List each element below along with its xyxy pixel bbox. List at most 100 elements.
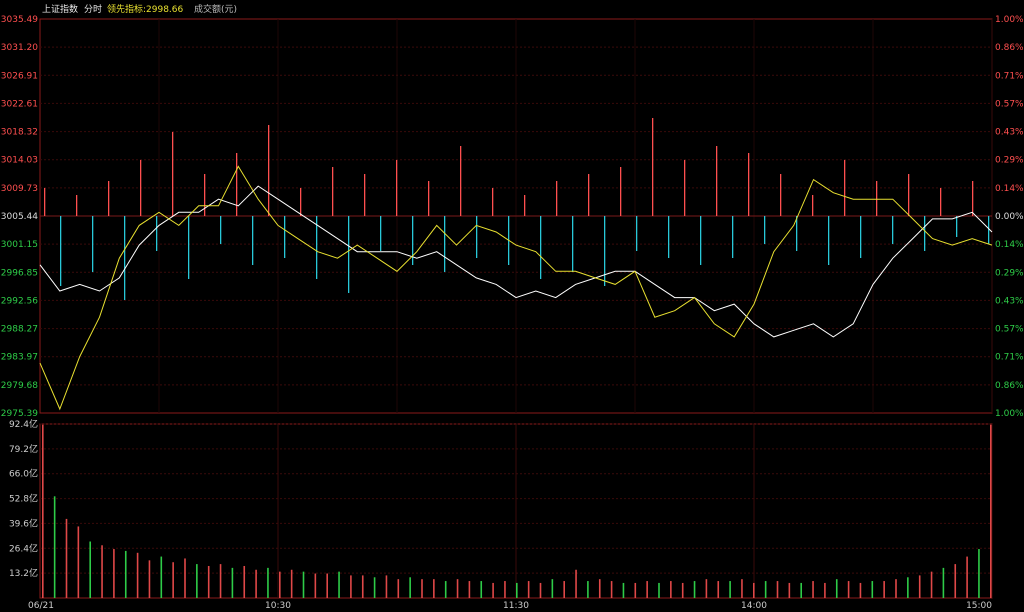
volume-bar (527, 581, 530, 598)
activity-bar (364, 174, 366, 216)
activity-bar (620, 167, 622, 216)
volume-bar (895, 579, 897, 598)
pct-tick-label: 0.29% (995, 156, 1024, 166)
volume-bar (954, 564, 957, 598)
price-tick-label: 3001.15 (1, 240, 38, 250)
pct-tick-label: 1.00% (995, 409, 1024, 419)
pct-tick-label: 0.43% (995, 296, 1024, 306)
volume-bar (480, 581, 483, 598)
volume-bar (492, 582, 494, 598)
volume-bar (634, 582, 637, 598)
price-tick-label: 3035.49 (1, 15, 38, 25)
activity-bar (812, 195, 814, 216)
volume-bar (729, 581, 731, 598)
volume-bar (539, 582, 542, 598)
volume-bar (705, 579, 708, 598)
activity-bar (540, 216, 542, 279)
price-tick-label: 2992.56 (1, 296, 38, 306)
activity-bar (972, 181, 974, 216)
volume-bar (990, 424, 992, 598)
volume-bar (373, 577, 376, 598)
volume-bar (184, 558, 186, 598)
volume-tick-label: 66.0亿 (9, 468, 38, 480)
price-tick-label: 2983.97 (1, 353, 38, 363)
volume-bar (243, 565, 246, 598)
volume-bar (397, 579, 400, 598)
volume-tick-label: 52.8亿 (9, 493, 38, 505)
activity-bar (684, 160, 686, 216)
activity-bar (908, 174, 910, 216)
volume-bar (350, 575, 352, 598)
volume-bar (753, 582, 755, 598)
price-tick-label: 3026.91 (1, 71, 38, 81)
activity-bar (636, 216, 638, 251)
activity-bar (188, 216, 190, 279)
pct-tick-label: 0.43% (995, 128, 1024, 138)
volume-bar (433, 579, 435, 598)
activity-bar (252, 216, 254, 265)
activity-bar (956, 216, 958, 237)
activity-bar (732, 216, 734, 258)
volume-bar (670, 581, 672, 598)
volume-bar (610, 581, 613, 598)
pct-tick-label: 0.86% (995, 43, 1024, 53)
volume-bar (124, 550, 127, 598)
volume-bar (361, 575, 364, 598)
pct-tick-label: 0.29% (995, 268, 1024, 278)
price-tick-label: 3009.73 (1, 184, 38, 194)
price-tick-label: 3005.44 (1, 212, 38, 222)
activity-bar (348, 216, 350, 293)
pct-tick-label: 1.00% (995, 15, 1024, 25)
time-tick-label: 11:30 (503, 601, 529, 611)
activity-bar (284, 216, 286, 258)
pct-tick-label: 0.14% (995, 184, 1024, 194)
volume-bar (681, 582, 684, 598)
activity-bar (668, 216, 670, 258)
volume-bar (907, 577, 909, 598)
volume-bar (575, 569, 577, 598)
volume-bar (516, 582, 518, 598)
price-tick-label: 2988.27 (1, 325, 38, 335)
volume-bar (835, 579, 838, 598)
activity-bar (876, 181, 878, 216)
volume-bar (788, 582, 791, 598)
volume-bar (89, 541, 91, 598)
activity-bar (140, 160, 142, 216)
volume-bar (918, 575, 921, 598)
volume-bar (231, 567, 234, 598)
volume-bar (42, 424, 44, 598)
volume-bar (776, 581, 779, 598)
pct-tick-label: 0.57% (995, 325, 1024, 335)
price-tick-label: 2979.68 (1, 381, 38, 391)
time-tick-label: 15:00 (966, 601, 992, 611)
volume-bar (113, 549, 115, 598)
volume-bar (255, 569, 257, 598)
volume-bar (267, 567, 269, 598)
activity-bar (76, 195, 78, 216)
activity-bar (860, 216, 862, 258)
volume-bar (314, 573, 317, 598)
volume-tick-label: 79.2亿 (9, 443, 38, 455)
volume-bar (764, 581, 767, 598)
volume-bar (468, 581, 471, 598)
volume-bar (136, 552, 139, 598)
activity-bar (380, 216, 382, 251)
activity-bar (412, 216, 414, 265)
volume-bar (148, 560, 151, 598)
activity-bar (924, 216, 926, 251)
time-tick-label: 06/21 (28, 601, 54, 611)
intraday-chart: 3035.49 1.00% 3031.20 0.86% 3026.91 0.71% 3022… (1, 15, 1024, 611)
volume-bar (966, 556, 968, 598)
activity-bar (700, 216, 702, 265)
volume-tick-label: 92.4亿 (9, 418, 38, 430)
price-tick-label: 2996.85 (1, 268, 38, 278)
volume-bar (871, 581, 874, 598)
activity-bar (156, 216, 158, 251)
volume-bar (693, 581, 696, 598)
volume-bar (930, 571, 933, 598)
volume-bar (101, 545, 103, 598)
volume-bar (978, 549, 980, 598)
activity-bar (844, 160, 846, 216)
pct-tick-label: 0.14% (995, 240, 1024, 250)
volume-bar (883, 581, 885, 598)
